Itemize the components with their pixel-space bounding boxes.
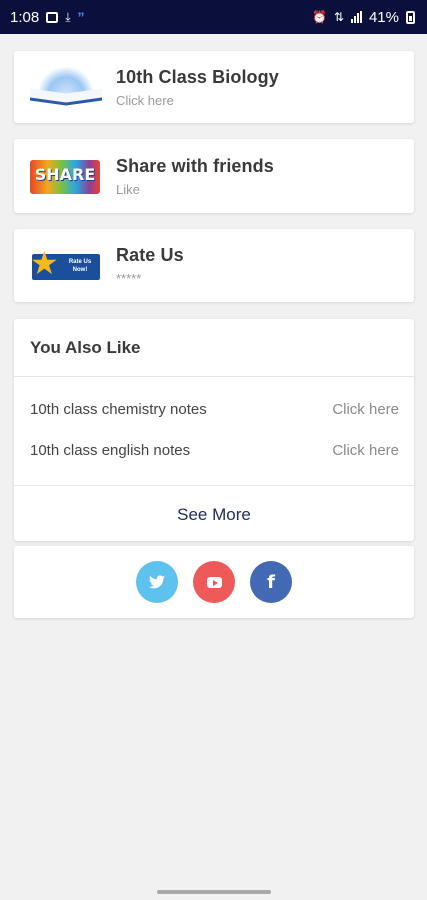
chemistry-notes-label: 10th class chemistry notes	[30, 401, 207, 418]
social-card: f	[14, 546, 414, 618]
biology-title: 10th Class Biology	[116, 66, 279, 87]
also-like-list: 10th class chemistry notes Click here 10…	[14, 377, 414, 486]
rate-us-icon: ★ Rate Us Now!	[30, 246, 102, 286]
rate-thumb-text: Rate Us Now!	[68, 258, 92, 273]
alarm-icon: ⏰	[311, 10, 327, 24]
download-icon: ⤓	[65, 10, 71, 24]
see-more-button[interactable]: See More	[14, 486, 414, 544]
status-left: 1:08 ⤓ ”	[10, 9, 85, 26]
also-like-title: You Also Like	[14, 319, 414, 377]
also-like-card: You Also Like 10th class chemistry notes…	[14, 319, 414, 541]
message-icon	[46, 11, 59, 23]
battery-percent: 41%	[368, 8, 399, 26]
facebook-button[interactable]: f	[250, 561, 292, 603]
twitter-icon	[149, 575, 165, 589]
share-thumb-text: SHARE	[34, 165, 96, 184]
share-icon: SHARE	[30, 156, 102, 196]
rate-us-subtitle: *****	[116, 271, 142, 286]
star-icon: ★	[30, 244, 59, 281]
battery-icon	[406, 10, 415, 24]
rate-us-title: Rate Us	[116, 245, 184, 265]
status-time: 1:08	[10, 8, 40, 26]
facebook-icon: f	[267, 571, 275, 593]
book-icon	[30, 67, 102, 107]
list-item[interactable]: 10th class chemistry notes Click here	[14, 389, 414, 430]
english-notes-link[interactable]: Click here	[332, 442, 399, 459]
wifi-icon: ⇅	[333, 10, 344, 24]
share-title: Share with friends	[116, 155, 274, 176]
list-item[interactable]: 10th class english notes Click here	[14, 430, 414, 471]
share-card[interactable]: SHARE Share with friends Like	[14, 139, 414, 213]
home-indicator[interactable]	[157, 890, 271, 894]
english-notes-label: 10th class english notes	[30, 442, 191, 459]
biology-card[interactable]: 10th Class Biology Click here	[14, 51, 414, 123]
share-subtitle: Like	[116, 181, 140, 197]
chemistry-notes-link[interactable]: Click here	[332, 401, 399, 418]
youtube-button[interactable]	[193, 561, 235, 603]
status-bar: 1:08 ⤓ ” ⏰ ⇅ 41%	[0, 0, 427, 34]
status-right: ⏰ ⇅ 41%	[312, 9, 415, 26]
biology-subtitle: Click here	[116, 92, 174, 108]
youtube-icon	[206, 576, 222, 588]
rate-us-card[interactable]: ★ Rate Us Now! Rate Us *****	[14, 229, 414, 302]
notification-icon: ”	[77, 9, 85, 25]
signal-icon	[350, 11, 362, 23]
twitter-button[interactable]	[136, 561, 178, 603]
